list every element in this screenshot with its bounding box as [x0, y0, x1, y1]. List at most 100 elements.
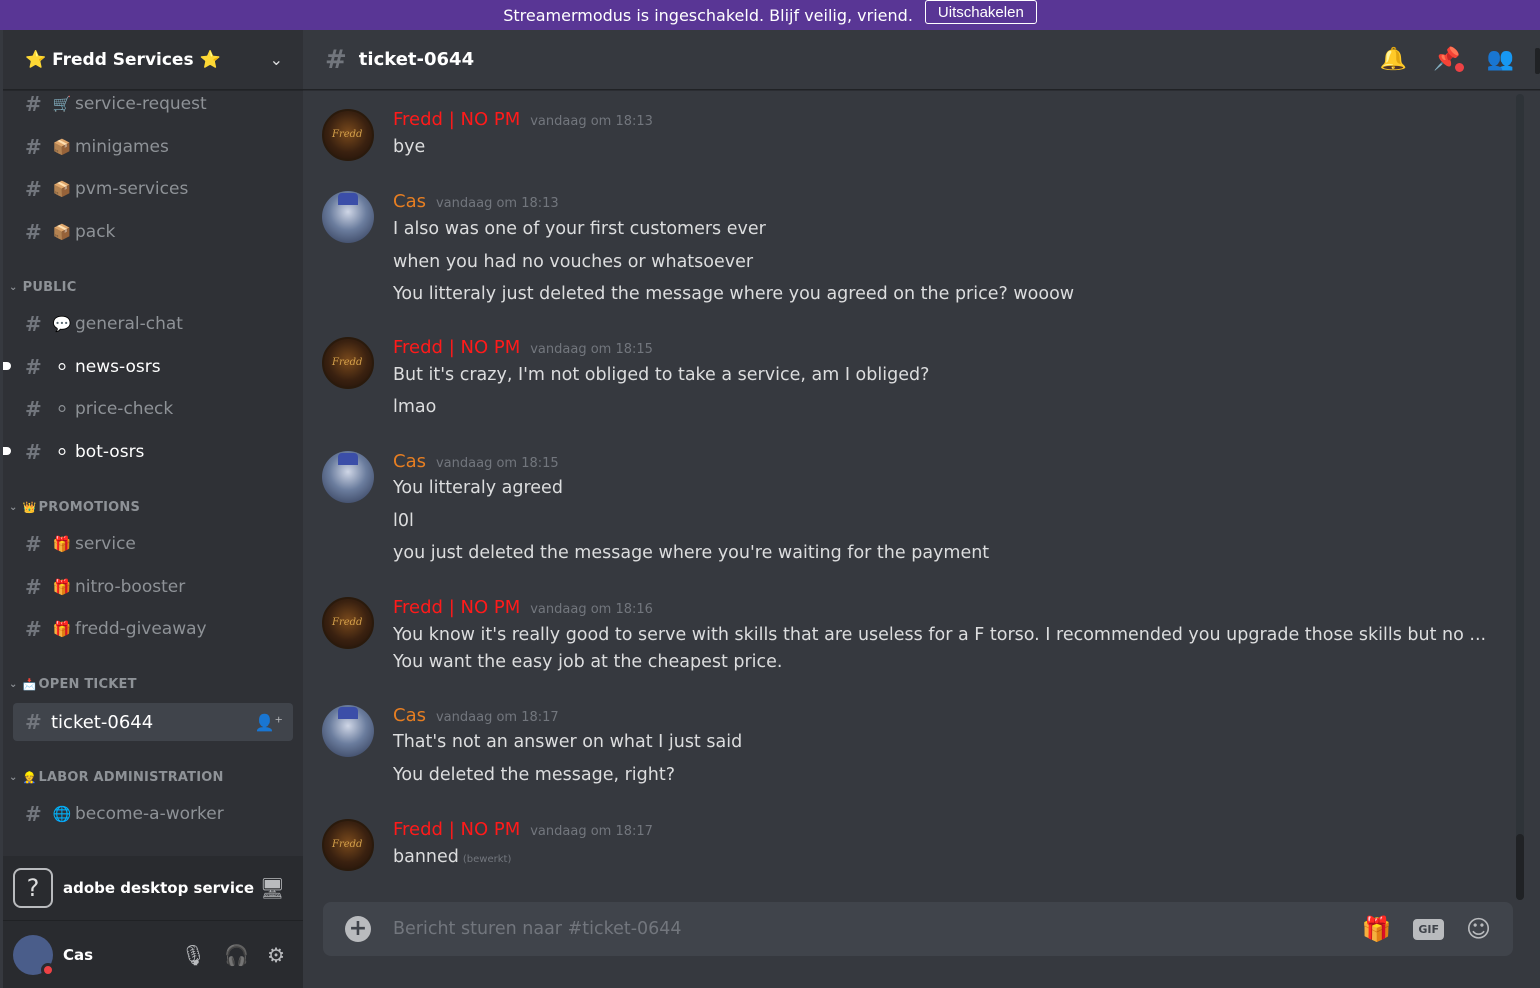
- channel-nitro-booster[interactable]: # 🎁 nitro-booster: [13, 569, 293, 605]
- message-text: You know it's really good to serve with …: [393, 625, 1487, 645]
- channel-label: minigames: [75, 137, 169, 157]
- unread-indicator: [3, 362, 11, 370]
- disable-streamer-mode-button[interactable]: Uitschakelen: [924, 0, 1037, 24]
- avatar[interactable]: [322, 705, 374, 757]
- add-attachment-icon[interactable]: +: [345, 916, 371, 942]
- author-name[interactable]: Fredd | NO PM: [393, 337, 520, 358]
- avatar[interactable]: [322, 337, 374, 389]
- message-composer: + 🎁 GIF ☺: [323, 902, 1513, 956]
- hashtag-icon: #: [25, 397, 42, 421]
- channel-label: pack: [75, 222, 116, 242]
- channel-label: service: [75, 534, 136, 554]
- box-icon: 📦: [52, 223, 72, 241]
- chevron-down-icon: ⌄: [9, 282, 18, 293]
- timestamp: vandaag om 18:15: [435, 456, 559, 471]
- channel-label: nitro-booster: [75, 577, 186, 597]
- author-name[interactable]: Cas: [393, 191, 426, 212]
- channel-label: service-request: [75, 94, 207, 114]
- author-name[interactable]: Fredd | NO PM: [393, 819, 520, 840]
- hashtag-icon: #: [25, 802, 42, 826]
- author-name[interactable]: Cas: [393, 451, 426, 472]
- members-icon[interactable]: 👥: [1487, 47, 1514, 72]
- speech-bubble-icon: 💬: [52, 315, 72, 333]
- message-list: Fredd | NO PM vandaag om 18:13 bye Cas v…: [303, 91, 1540, 901]
- gift-icon: 🎁: [52, 578, 72, 596]
- avatar[interactable]: [322, 451, 374, 503]
- category-public[interactable]: ⌄ PUBLIC: [9, 280, 76, 295]
- channel-pack[interactable]: # 📦 pack: [13, 214, 293, 250]
- notification-dot: [1454, 63, 1464, 72]
- message-header: Fredd | NO PM vandaag om 18:16: [393, 597, 653, 618]
- avatar[interactable]: [322, 191, 374, 243]
- channel-become-a-worker[interactable]: # 🌐 become-a-worker: [13, 796, 293, 832]
- screen-share-icon[interactable]: 🖥: [260, 876, 285, 900]
- deafen-headphones-icon[interactable]: 🎧: [224, 943, 249, 967]
- hashtag-icon: #: [25, 312, 42, 336]
- channel-ticket-0644[interactable]: # ticket-0644 👤⁺: [13, 703, 293, 741]
- pin-icon[interactable]: 📌: [1433, 47, 1464, 72]
- worker-icon: 👷: [22, 771, 37, 784]
- scrollbar[interactable]: [1516, 94, 1524, 900]
- channel-label: bot-osrs: [75, 442, 145, 462]
- avatar[interactable]: [13, 934, 55, 977]
- author-name[interactable]: Fredd | NO PM: [393, 597, 520, 618]
- gift-icon: 🎁: [52, 535, 72, 553]
- channel-label: news-osrs: [75, 357, 161, 377]
- message-header: Cas vandaag om 18:13: [393, 191, 559, 212]
- server-header[interactable]: ⭐ Fredd Services ⭐ ⌄: [3, 30, 303, 90]
- emoji-icon[interactable]: ☺: [1466, 915, 1491, 943]
- gear-icon[interactable]: ⚙: [267, 943, 285, 967]
- message-text: I also was one of your first customers e…: [393, 219, 766, 239]
- timestamp: vandaag om 18:13: [530, 114, 653, 129]
- channel-news-osrs[interactable]: # ⚪ news-osrs: [3, 349, 293, 385]
- message-text: bye: [393, 137, 426, 157]
- hashtag-icon: #: [325, 44, 347, 75]
- channel-pvm-services[interactable]: # 📦 pvm-services: [13, 171, 293, 207]
- channel-bot-osrs[interactable]: # ⚪ bot-osrs: [3, 434, 293, 470]
- gift-icon: 🎁: [52, 620, 72, 638]
- avatar[interactable]: [322, 597, 374, 649]
- avatar[interactable]: [322, 819, 374, 871]
- hashtag-icon: #: [25, 92, 42, 116]
- chat-area: # ticket-0644 🔔 📌 👥 Fredd | NO PM vandaa…: [303, 30, 1540, 988]
- circle-icon: ⚪: [55, 358, 69, 376]
- category-labor-administration[interactable]: ⌄ 👷 LABOR ADMINISTRATION: [9, 770, 224, 785]
- message-group: Fredd | NO PM vandaag om 18:15 But it's …: [322, 337, 1512, 427]
- channel-service[interactable]: # 🎁 service: [13, 526, 293, 562]
- hashtag-icon: #: [25, 710, 42, 734]
- message-group: Cas vandaag om 18:13 I also was one of y…: [322, 191, 1512, 311]
- message-group: Fredd | NO PM vandaag om 18:13 bye: [322, 109, 1512, 169]
- channel-minigames[interactable]: # 📦 minigames: [13, 129, 293, 165]
- gift-icon[interactable]: 🎁: [1361, 915, 1391, 943]
- channel-general-chat[interactable]: # 💬 general-chat: [13, 306, 293, 342]
- channel-price-check[interactable]: # ⚪ price-check: [13, 391, 293, 427]
- question-mark-icon: ?: [13, 868, 53, 908]
- category-label: LABOR ADMINISTRATION: [38, 770, 224, 785]
- channel-service-request[interactable]: # 🛒 service-request: [13, 86, 293, 122]
- message-text: You litteraly just deleted the message w…: [393, 284, 1075, 304]
- channel-label: ticket-0644: [51, 711, 154, 733]
- message-header: Cas vandaag om 18:15: [393, 451, 559, 472]
- message-text: banned (bewerkt): [393, 847, 511, 867]
- author-name[interactable]: Fredd | NO PM: [393, 109, 520, 130]
- message-text: you just deleted the message where you'r…: [393, 543, 990, 563]
- message-input[interactable]: [393, 919, 1362, 939]
- gif-icon[interactable]: GIF: [1413, 918, 1444, 940]
- add-member-icon[interactable]: 👤⁺: [255, 713, 283, 732]
- message-text: You litteraly agreed: [393, 478, 563, 498]
- chevron-down-icon: ⌄: [9, 502, 18, 513]
- avatar[interactable]: [322, 109, 374, 161]
- mute-microphone-icon[interactable]: 🎙: [181, 943, 206, 967]
- hashtag-icon: #: [25, 177, 42, 201]
- scrollbar-thumb[interactable]: [1516, 834, 1524, 900]
- category-open-ticket[interactable]: ⌄ 📩 OPEN TICKET: [9, 677, 137, 692]
- channel-label: pvm-services: [75, 179, 189, 199]
- bell-icon[interactable]: 🔔: [1380, 47, 1407, 72]
- username[interactable]: Cas: [63, 946, 181, 964]
- box-icon: 📦: [52, 180, 72, 198]
- chevron-down-icon[interactable]: ⌄: [270, 50, 283, 69]
- author-name[interactable]: Cas: [393, 705, 426, 726]
- hashtag-icon: #: [25, 440, 42, 464]
- category-promotions[interactable]: ⌄ 👑 PROMOTIONS: [9, 500, 140, 515]
- channel-fredd-giveaway[interactable]: # 🎁 fredd-giveaway: [13, 611, 293, 647]
